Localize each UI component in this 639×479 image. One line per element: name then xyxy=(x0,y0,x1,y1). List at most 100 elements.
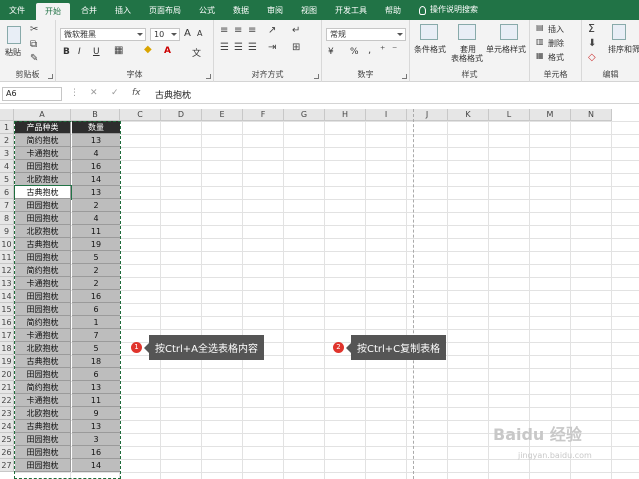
row-header[interactable]: 13 xyxy=(0,277,14,290)
cell-quantity[interactable]: 7 xyxy=(72,329,120,342)
paste-button[interactable]: 粘贴 xyxy=(5,47,21,58)
row-header[interactable]: 25 xyxy=(0,433,14,446)
tab-merge[interactable]: 合并 xyxy=(72,0,106,20)
cell-quantity[interactable]: 4 xyxy=(72,212,120,225)
sort-filter-icon[interactable] xyxy=(612,24,626,40)
format-painter-icon[interactable]: ✎ xyxy=(30,53,38,64)
cell-quantity[interactable]: 5 xyxy=(72,251,120,264)
align-left-icon[interactable]: ☰ xyxy=(220,42,229,53)
cell-product[interactable]: 田园抱枕 xyxy=(15,290,71,303)
cell-quantity[interactable]: 13 xyxy=(72,381,120,394)
row-header[interactable]: 3 xyxy=(0,147,14,160)
column-header-k[interactable]: K xyxy=(448,109,489,121)
cell-quantity[interactable]: 4 xyxy=(72,147,120,160)
cell-product[interactable]: 田园抱枕 xyxy=(15,160,71,173)
row-header[interactable]: 23 xyxy=(0,407,14,420)
column-header-b[interactable]: B xyxy=(71,109,120,121)
row-header[interactable]: 11 xyxy=(0,251,14,264)
row-header[interactable]: 9 xyxy=(0,225,14,238)
cancel-icon[interactable]: ✕ xyxy=(90,88,98,98)
fill-icon[interactable]: ⬇ xyxy=(588,38,596,49)
row-header[interactable]: 6 xyxy=(0,186,14,199)
row-header[interactable]: 8 xyxy=(0,212,14,225)
cell-quantity[interactable]: 14 xyxy=(72,459,120,472)
align-top-icon[interactable]: ≡ xyxy=(220,25,228,36)
column-header-d[interactable]: D xyxy=(161,109,202,121)
copy-icon[interactable]: ⧉ xyxy=(30,39,37,50)
align-center-icon[interactable]: ☰ xyxy=(234,42,243,53)
cell-quantity[interactable]: 16 xyxy=(72,290,120,303)
insert-cells-button[interactable]: 插入 xyxy=(548,24,564,35)
column-header-l[interactable]: L xyxy=(489,109,530,121)
tell-me-search[interactable]: 操作说明搜索 xyxy=(410,0,487,20)
number-format-select[interactable]: 常规 xyxy=(326,28,406,41)
tab-help[interactable]: 帮助 xyxy=(376,0,410,20)
cell-quantity[interactable]: 18 xyxy=(72,355,120,368)
cell-product[interactable]: 卡通抱枕 xyxy=(15,394,71,407)
font-color-button[interactable]: A xyxy=(164,46,171,56)
clear-icon[interactable]: ◇ xyxy=(588,52,596,63)
cell-product[interactable]: 卡通抱枕 xyxy=(15,277,71,290)
cell-product[interactable]: 古典抱枕 xyxy=(15,420,71,433)
decrease-decimal-icon[interactable]: ⁻ xyxy=(392,45,397,56)
cell-product[interactable]: 北欧抱枕 xyxy=(15,225,71,238)
row-header[interactable]: 15 xyxy=(0,303,14,316)
conditional-format-button[interactable]: 条件格式 xyxy=(414,44,446,55)
cell-quantity[interactable]: 3 xyxy=(72,433,120,446)
cell-product[interactable]: 简约抱枕 xyxy=(15,134,71,147)
cell-product[interactable]: 卡通抱枕 xyxy=(15,329,71,342)
column-header-a[interactable]: A xyxy=(14,109,71,121)
cell-product[interactable]: 简约抱枕 xyxy=(15,316,71,329)
format-cells-button[interactable]: 格式 xyxy=(548,52,564,63)
row-header[interactable]: 20 xyxy=(0,368,14,381)
column-header-n[interactable]: N xyxy=(571,109,612,121)
fill-color-icon[interactable]: ◆ xyxy=(144,44,152,55)
column-header-m[interactable]: M xyxy=(530,109,571,121)
cut-icon[interactable]: ✂ xyxy=(30,24,38,35)
cell-styles-button[interactable]: 单元格样式 xyxy=(486,44,526,55)
cell-product[interactable]: 田园抱枕 xyxy=(15,199,71,212)
format-table-button-line2[interactable]: 表格格式 xyxy=(451,53,483,64)
row-header[interactable]: 14 xyxy=(0,290,14,303)
italic-button[interactable]: I xyxy=(78,47,81,57)
tab-formulas[interactable]: 公式 xyxy=(190,0,224,20)
conditional-format-icon[interactable] xyxy=(420,24,438,40)
column-header-f[interactable]: F xyxy=(243,109,284,121)
orientation-icon[interactable]: ↗ xyxy=(268,25,276,36)
tab-page-layout[interactable]: 页面布局 xyxy=(140,0,190,20)
cell-quantity[interactable]: 11 xyxy=(72,225,120,238)
cell-product[interactable]: 古典抱枕 xyxy=(14,185,72,200)
cell-quantity[interactable]: 13 xyxy=(72,134,120,147)
cell-product[interactable]: 田园抱枕 xyxy=(15,459,71,472)
align-bottom-icon[interactable]: ≡ xyxy=(248,25,256,36)
select-all-corner[interactable] xyxy=(0,109,14,121)
row-header[interactable]: 5 xyxy=(0,173,14,186)
row-header[interactable]: 19 xyxy=(0,355,14,368)
header-cell-product[interactable]: 产品种类 xyxy=(15,121,71,134)
cell-quantity[interactable]: 9 xyxy=(72,407,120,420)
tab-insert[interactable]: 插入 xyxy=(106,0,140,20)
wrap-text-icon[interactable]: ↵ xyxy=(292,25,300,36)
row-header[interactable]: 1 xyxy=(0,121,14,134)
cell-product[interactable]: 古典抱枕 xyxy=(15,355,71,368)
cell-product[interactable]: 北欧抱枕 xyxy=(15,407,71,420)
cell-quantity[interactable]: 1 xyxy=(72,316,120,329)
cell-quantity[interactable]: 2 xyxy=(72,199,120,212)
cell-quantity[interactable]: 6 xyxy=(72,303,120,316)
shrink-font-button[interactable]: A xyxy=(197,29,202,38)
cell-product[interactable]: 简约抱枕 xyxy=(15,381,71,394)
enter-icon[interactable]: ✓ xyxy=(111,88,119,98)
font-name-select[interactable]: 微软雅黑 xyxy=(60,28,146,41)
format-table-icon[interactable] xyxy=(458,24,476,40)
row-header[interactable]: 7 xyxy=(0,199,14,212)
row-header[interactable]: 10 xyxy=(0,238,14,251)
cell-product[interactable]: 北欧抱枕 xyxy=(15,173,71,186)
increase-decimal-icon[interactable]: ⁺ xyxy=(380,45,385,56)
grow-font-button[interactable]: A xyxy=(184,28,191,39)
tab-data[interactable]: 数据 xyxy=(224,0,258,20)
row-header[interactable]: 12 xyxy=(0,264,14,277)
cell-quantity[interactable]: 13 xyxy=(72,420,120,433)
bold-button[interactable]: B xyxy=(63,47,70,57)
cell-quantity[interactable]: 5 xyxy=(72,342,120,355)
row-header[interactable]: 2 xyxy=(0,134,14,147)
